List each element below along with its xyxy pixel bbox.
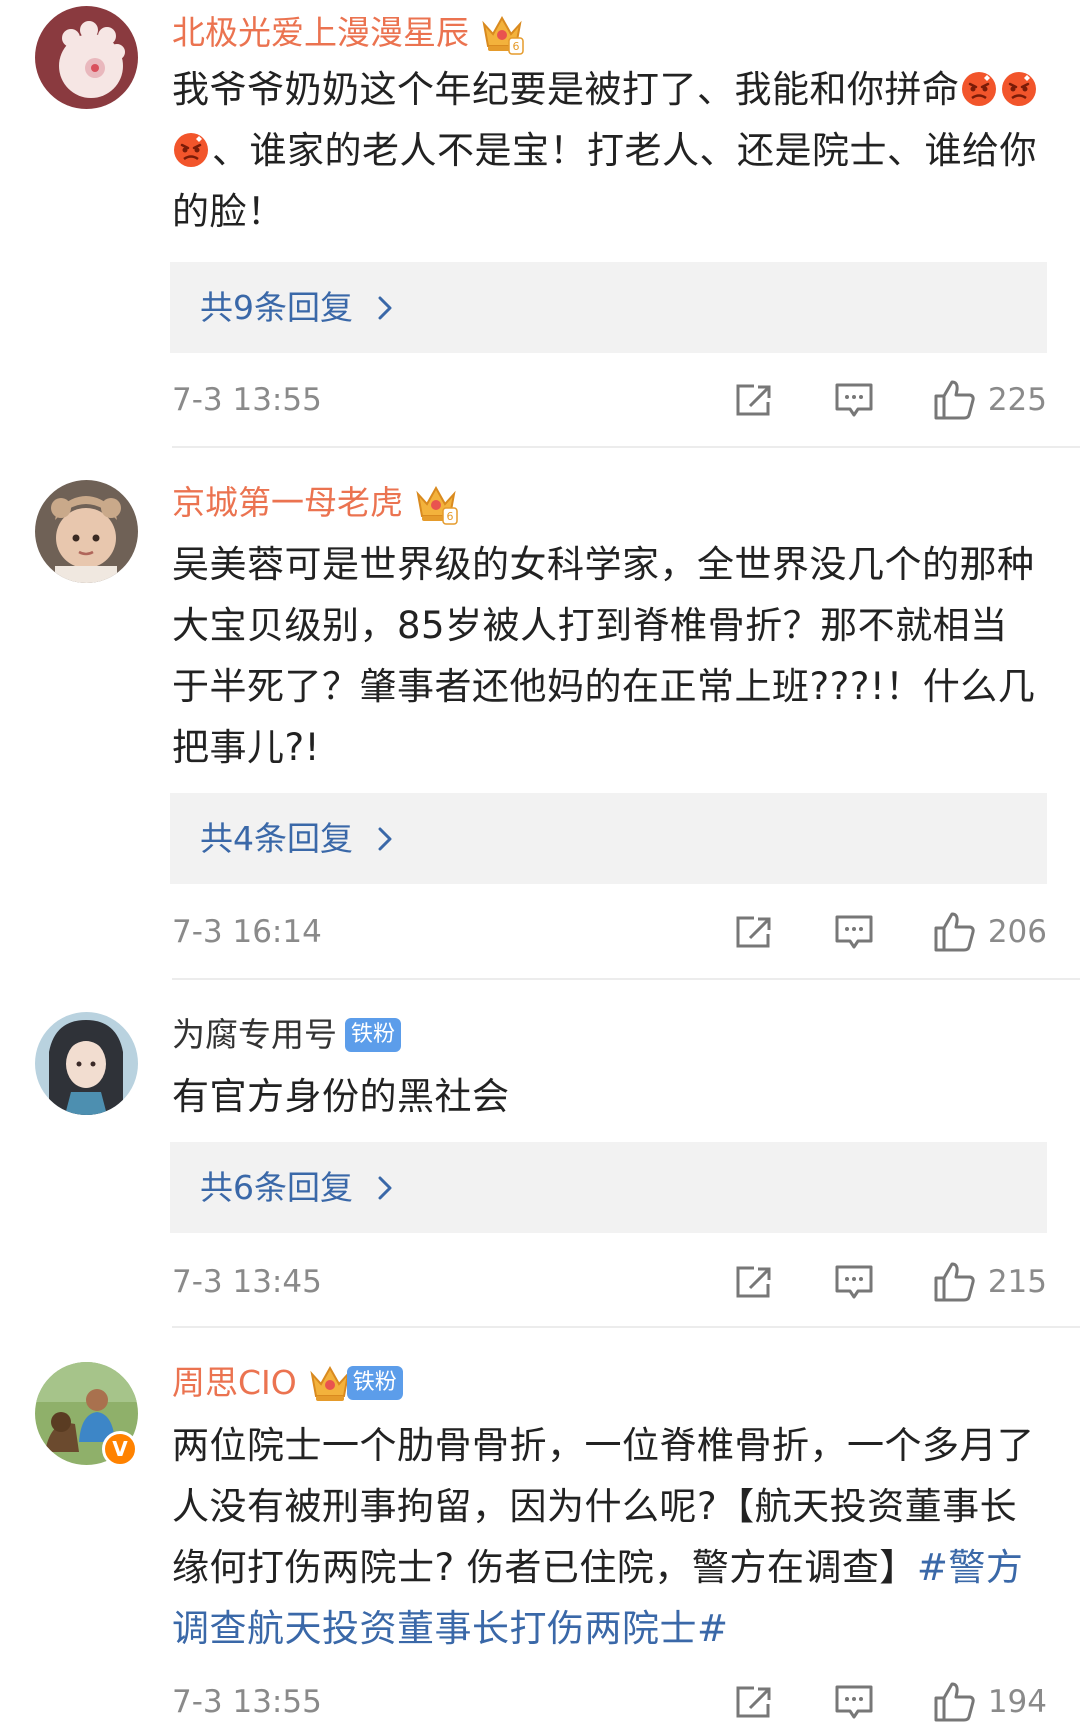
like-button[interactable]: 215 [932,1260,1047,1304]
comment-text: 吴美蓉可是世界级的女科学家，全世界没几个的那种大宝贝级别，85岁被人打到脊椎骨折… [172,543,1036,769]
comment-feed: 北极光爱上漫漫星辰 6 我爷爷奶奶这个年纪要是被打了、我能和你拼命 、谁家的老人… [0,0,1080,1732]
comment-text: 两位院士一个肋骨骨折，一位脊椎骨折，一个多月了人没有被刑事拘留，因为什么呢?【航… [172,1424,1035,1650]
like-button[interactable]: 225 [932,378,1047,422]
timestamp: 7-3 13:55 [172,1684,322,1720]
share-button[interactable] [732,914,776,950]
view-replies-button[interactable]: 共6条回复 [170,1142,1047,1233]
vip-crown-icon: 6 [479,10,525,56]
divider [172,446,1080,448]
angry-face-emoji [960,70,998,108]
username[interactable]: 京城第一母老虎 [172,480,403,526]
comment-actions: 194 [732,1680,1047,1724]
svg-text:6: 6 [447,510,454,523]
verified-badge: V [102,1431,138,1467]
thumbs-up-icon [934,1262,975,1302]
comment-button[interactable] [832,381,876,419]
chevron-right-icon [375,826,395,852]
thumbs-up-icon [934,912,975,952]
comment-icon [835,1265,873,1299]
comment-meta: 7-3 16:14 206 [172,908,1047,956]
avatar[interactable] [35,480,138,583]
timestamp: 7-3 13:45 [172,1264,322,1300]
svg-text:6: 6 [513,40,520,53]
replies-count-label: 共9条回复 [200,287,353,327]
share-icon [736,384,771,416]
username-row: 周思CIO 铁粉 [172,1360,403,1406]
username-row: 为腐专用号 铁粉 [172,1012,402,1058]
thumbs-up-icon [934,380,975,420]
comment-meta: 7-3 13:55 194 [172,1678,1047,1726]
username-row: 京城第一母老虎 6 [172,480,459,526]
comment-actions: 206 [732,910,1047,954]
vip-crown-icon: 6 [413,480,459,526]
username[interactable]: 为腐专用号 [172,1012,337,1058]
share-button[interactable] [732,1684,776,1720]
share-button[interactable] [732,382,776,418]
comment-meta: 7-3 13:55 225 [172,376,1047,424]
thumbs-up-icon [934,1682,975,1722]
avatar[interactable] [35,6,138,109]
comment-button[interactable] [832,1263,876,1301]
like-count: 225 [987,382,1047,418]
like-button[interactable]: 194 [932,1680,1047,1724]
username[interactable]: 北极光爱上漫漫星辰 [172,10,469,56]
angry-face-emoji [172,131,210,169]
share-icon [736,1266,771,1298]
comment-actions: 225 [732,378,1047,422]
avatar[interactable] [35,1012,138,1115]
like-count: 206 [987,914,1047,950]
chevron-right-icon [375,295,395,321]
chevron-right-icon [375,1175,395,1201]
divider [172,1326,1080,1328]
comment-text: 有官方身份的黑社会 [172,1075,510,1118]
comment-button[interactable] [832,1683,876,1721]
comment-button[interactable] [832,913,876,951]
fan-badge: 铁粉 [345,1018,402,1052]
timestamp: 7-3 16:14 [172,914,322,950]
share-icon [736,1686,771,1718]
divider [172,978,1080,980]
comment-icon [835,383,873,417]
view-replies-button[interactable]: 共4条回复 [170,793,1047,884]
share-button[interactable] [732,1264,776,1300]
vip-crown-icon [307,1360,353,1406]
like-count: 215 [987,1264,1047,1300]
view-replies-button[interactable]: 共9条回复 [170,262,1047,353]
comment-text: 我爷爷奶奶这个年纪要是被打了、我能和你拼命 、谁家的老人不是宝！打老人、还是院士… [172,68,1038,233]
timestamp: 7-3 13:55 [172,382,322,418]
fan-badge: 铁粉 [346,1366,403,1400]
like-count: 194 [987,1684,1047,1720]
username[interactable]: 周思CIO [172,1360,297,1406]
like-button[interactable]: 206 [932,910,1047,954]
comment-icon [835,915,873,949]
replies-count-label: 共6条回复 [200,1167,353,1207]
comment-icon [835,1685,873,1719]
share-icon [736,916,771,948]
username-row: 北极光爱上漫漫星辰 6 [172,10,525,56]
angry-face-emoji [1000,70,1038,108]
comment-actions: 215 [732,1260,1047,1304]
replies-count-label: 共4条回复 [200,818,353,858]
comment-meta: 7-3 13:45 215 [172,1258,1047,1306]
